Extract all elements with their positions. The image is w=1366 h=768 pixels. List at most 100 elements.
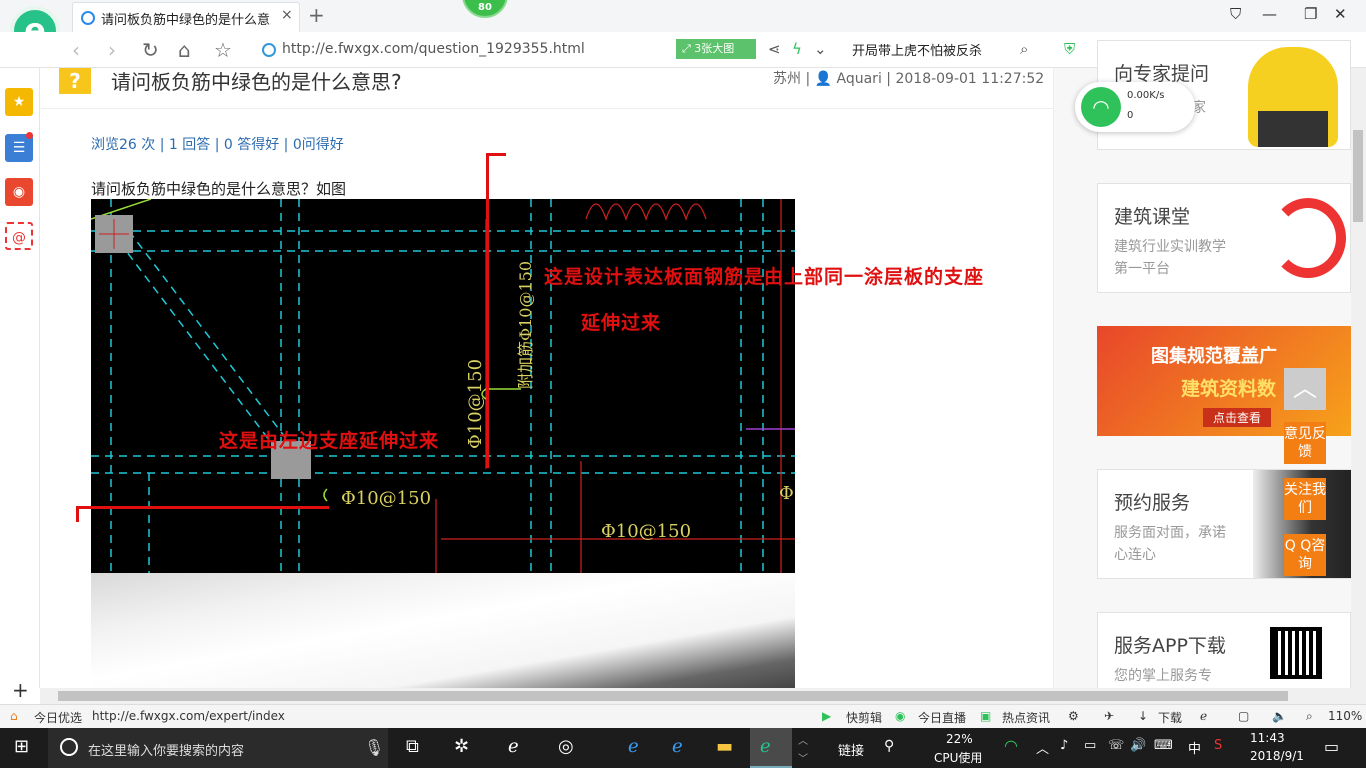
favorite-star-icon[interactable]: ☆ — [214, 38, 232, 62]
horizontal-scroll-thumb[interactable] — [58, 691, 1288, 701]
shirt-icon[interactable]: ⛉ — [1230, 5, 1241, 23]
rebar-label: Φ1 — [779, 483, 795, 504]
pin-icon[interactable]: ✈ — [1104, 709, 1114, 723]
today-pick-link[interactable]: 今日优选 — [34, 709, 82, 726]
title-bar: 请问板负筋中绿色的是什么意思? × + 80 ⛉ — ❐ ✕ — [0, 0, 1366, 32]
card-subtitle: 您的掌上服务专 — [1114, 668, 1212, 684]
add-sidebar-icon[interactable]: + — [12, 678, 29, 702]
tab-favicon-icon — [81, 11, 95, 25]
cpu-percent: 22% — [946, 732, 973, 746]
card-title: 服务APP下载 — [1114, 635, 1226, 657]
site-photo-image[interactable] — [91, 573, 795, 688]
close-window-icon[interactable]: ✕ — [1334, 5, 1347, 23]
new-tab-button[interactable]: + — [308, 3, 325, 27]
rebar-label-vertical: 附加筋Φ10@150 — [516, 261, 535, 389]
windows-taskbar: ⊞ 在这里输入你要搜索的内容 🎙 ⧉ ✲ ℯ ◎ ℯ ℯ ▬ ℯ ︿ ﹀ 链接 … — [0, 728, 1366, 768]
ie-mode-icon[interactable]: ℯ — [1200, 709, 1207, 723]
news-ticker[interactable]: 开局带上虎不怕被反杀 — [852, 40, 982, 59]
question-title: 请问板负筋中绿色的是什么意思? — [111, 70, 402, 94]
network-count: 0 — [1127, 110, 1134, 121]
live-link[interactable]: 今日直播 — [918, 709, 966, 726]
network-speed: 0.00K/s — [1127, 90, 1165, 101]
tab-title: 请问板负筋中绿色的是什么意思? — [101, 13, 271, 28]
action-center-icon[interactable]: ▭ — [1324, 737, 1339, 756]
building-class-card[interactable]: 建筑课堂 建筑行业实训教学第一平台 — [1097, 183, 1351, 293]
app-download-card[interactable]: 服务APP下载 您的掌上服务专 — [1097, 612, 1351, 692]
links-toolbar[interactable]: 链接 — [838, 740, 864, 759]
hot-news-icon: ▣ — [980, 709, 992, 723]
card-title: 预约服务 — [1114, 492, 1191, 514]
rebar-label: Φ10@150 — [601, 521, 691, 542]
quick-edit-icon: ▶ — [822, 709, 832, 723]
wifi-icon: ◠ — [1081, 87, 1121, 127]
big-images-label: 3张大图 — [694, 42, 735, 55]
share-icon[interactable]: ⋖ — [768, 40, 781, 58]
people-icon[interactable]: ⚲ — [884, 738, 894, 754]
favorites-star-icon[interactable]: ★ — [5, 88, 33, 116]
gift-icon: ⌂ — [10, 709, 18, 723]
back-icon[interactable]: ‹ — [72, 38, 80, 62]
tray-chevron-up-icon[interactable]: ︿ — [1036, 738, 1049, 757]
back-to-top-icon[interactable]: ︿ — [1284, 368, 1326, 410]
sogou-icon[interactable]: S — [1214, 738, 1222, 753]
volume-icon[interactable]: 🔊 — [1130, 738, 1146, 753]
cad-drawing-image[interactable]: Φ10@150 Φ10@150 Φ1 Φ10@150 附加筋Φ10@150 — [91, 199, 795, 573]
system-tray: 链接 ⚲ 22% CPU使用 ◠ ︿ ♪ ▭ ☏ 🔊 ⌨ 中 S 11:43 2… — [0, 728, 1366, 768]
settings-icon[interactable]: ⚙ — [1068, 709, 1079, 723]
cpu-label: CPU使用 — [934, 751, 983, 765]
rebar-label: Φ10@150 — [465, 359, 486, 449]
quick-edit-link[interactable]: 快剪辑 — [846, 709, 882, 726]
mail-at-icon[interactable]: @ — [5, 222, 33, 250]
refresh-icon[interactable]: ↻ — [142, 38, 159, 62]
status-url: http://e.fwxgx.com/expert/index — [92, 709, 285, 723]
question-author[interactable]: Aquari — [837, 71, 882, 87]
network-widget[interactable]: ◠ 0.00K/s 0 — [1075, 82, 1195, 132]
wifi-tray-icon[interactable]: ◠ — [1004, 736, 1018, 755]
zoom-level[interactable]: 110% — [1328, 709, 1362, 723]
ime-indicator[interactable]: 中 — [1188, 738, 1201, 757]
cad-drawing-svg: Φ10@150 Φ10@150 Φ1 Φ10@150 附加筋Φ10@150 — [91, 199, 795, 573]
weibo-icon[interactable]: ◉ — [5, 178, 33, 206]
browser-tab[interactable]: 请问板负筋中绿色的是什么意思? × — [72, 2, 300, 32]
user-icon: 👤 — [814, 71, 833, 87]
zoom-icon[interactable]: ⌕ — [1306, 709, 1313, 724]
score-badge[interactable]: 80 — [462, 0, 508, 18]
tab-close-icon[interactable]: × — [281, 7, 293, 23]
sound-icon[interactable]: 🔈 — [1272, 709, 1287, 723]
qq-consult-button[interactable]: Q Q咨询 — [1284, 534, 1326, 576]
feedback-button[interactable]: 意见反馈 — [1284, 422, 1326, 464]
clock-date[interactable]: 2018/9/1 — [1250, 749, 1304, 763]
rebar-label: Φ10@150 — [341, 488, 431, 509]
site-icon — [262, 43, 276, 57]
vertical-scroll-thumb[interactable] — [1353, 130, 1363, 222]
banner-line2: 建筑资料数 — [1181, 378, 1277, 400]
live-icon: ◉ — [895, 709, 906, 723]
question-location[interactable]: 苏州 — [773, 71, 801, 87]
minimize-icon[interactable]: — — [1262, 5, 1277, 23]
hot-news-link[interactable]: 热点资讯 — [1002, 709, 1050, 726]
home-icon[interactable]: ⌂ — [178, 38, 191, 62]
lightning-icon[interactable]: ϟ — [792, 40, 802, 58]
download-link[interactable]: 下载 — [1158, 709, 1182, 726]
window-icon[interactable]: ▢ — [1238, 709, 1249, 723]
notification-bell-icon[interactable]: ♪ — [1060, 738, 1068, 753]
address-text: http://e.fwxgx.com/question_1929355.html — [282, 41, 585, 57]
question-page: ? 请问板负筋中绿色的是什么意思? 苏州 | 👤 Aquari | 2018-0… — [41, 68, 1053, 688]
big-images-button[interactable]: ⤢ 3张大图 — [676, 39, 756, 59]
battery-icon[interactable]: ▭ — [1084, 738, 1096, 753]
question-meta: 苏州 | 👤 Aquari | 2018-09-01 11:27:52 — [773, 68, 1044, 88]
clock-time[interactable]: 11:43 — [1250, 731, 1285, 745]
banner-cta[interactable]: 点击查看 — [1203, 408, 1272, 427]
annotation-left: 这是由左边支座延伸过来 — [219, 430, 440, 452]
course-logo-icon — [1270, 198, 1346, 278]
question-datetime: 2018-09-01 11:27:52 — [895, 71, 1045, 87]
question-stats[interactable]: 浏览26 次 | 1 回答 | 0 答得好 | 0问得好 — [91, 134, 344, 154]
search-icon[interactable]: ⌕ — [1020, 40, 1028, 58]
forward-icon[interactable]: › — [108, 38, 116, 62]
restore-icon[interactable]: ❐ — [1304, 5, 1317, 23]
network-tray-icon[interactable]: ☏ — [1108, 738, 1124, 753]
keyboard-icon[interactable]: ⌨ — [1154, 738, 1173, 753]
chevron-down-icon[interactable]: ⌄ — [814, 40, 827, 58]
shield-icon[interactable]: ⛨ — [1064, 40, 1075, 58]
follow-us-button[interactable]: 关注我们 — [1284, 478, 1326, 520]
